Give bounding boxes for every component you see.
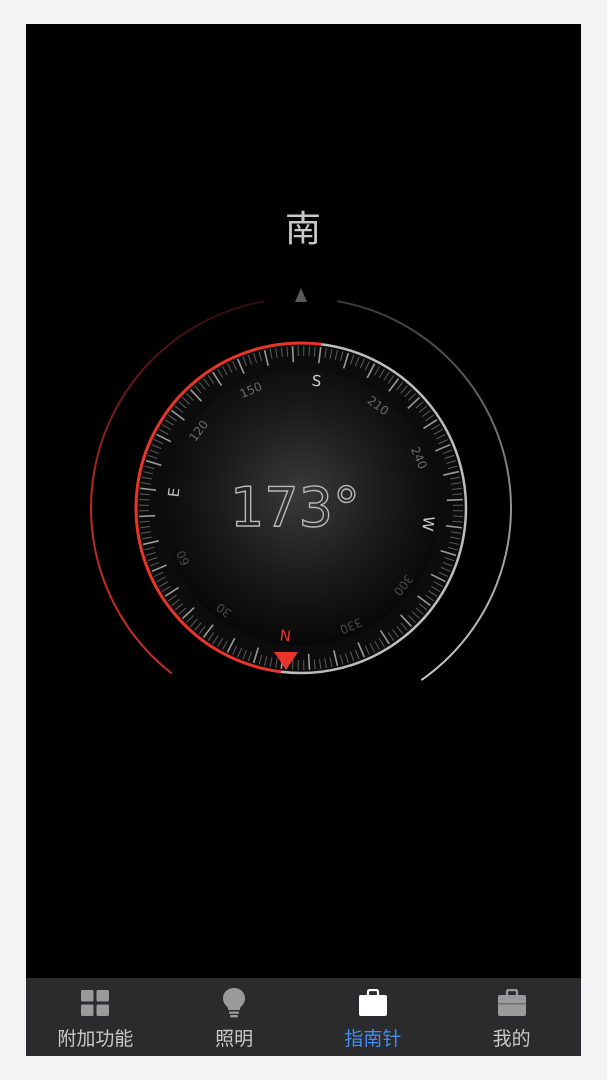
briefcase-icon <box>357 988 389 1018</box>
top-marker-triangle <box>295 288 307 302</box>
compass-dial: NESW3060120150210240300330 173° <box>90 288 512 681</box>
tab-extras[interactable]: 附加功能 <box>26 978 165 1056</box>
lightbulb-icon <box>218 988 250 1018</box>
tab-compass-label: 指南针 <box>344 1028 402 1050</box>
dial-tick <box>292 659 294 670</box>
heading-readout: 173° <box>230 476 360 539</box>
direction-label: 南 <box>284 209 322 250</box>
cardinal-north: N <box>279 625 292 644</box>
dial-tick <box>308 346 310 357</box>
grid-icon <box>79 988 111 1018</box>
tab-profile-label: 我的 <box>492 1028 531 1050</box>
dial-tick <box>307 653 311 670</box>
tab-profile[interactable]: 我的 <box>442 978 581 1056</box>
profile-case-icon <box>496 988 528 1018</box>
compass: N E S W 30 60 120 150 210 240 300 330 173° <box>82 282 528 702</box>
tab-flashlight[interactable]: 照明 <box>165 978 304 1056</box>
bottom-tab-bar: 附加功能 照明 指南针 我的 <box>26 978 581 1056</box>
tab-flashlight-label: 照明 <box>215 1028 254 1050</box>
dial-tick <box>139 499 150 501</box>
app-screen: 南 N E S W 30 60 120 150 210 240 300 330 … <box>26 24 581 1056</box>
dial-tick <box>452 515 463 517</box>
tab-compass[interactable]: 指南针 <box>304 978 443 1056</box>
dial-tick <box>446 498 463 502</box>
tab-extras-label: 附加功能 <box>57 1028 134 1050</box>
dial-tick <box>291 346 295 363</box>
dial-tick <box>139 514 156 518</box>
cardinal-west: W <box>418 515 438 532</box>
